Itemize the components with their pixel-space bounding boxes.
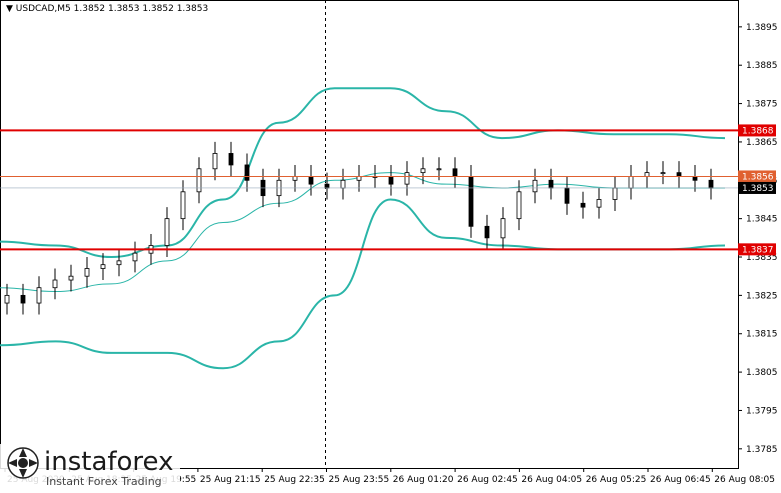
candle-body (36, 287, 42, 304)
symbol-label: USDCAD,M5 (15, 4, 71, 14)
candle-body (356, 176, 362, 181)
candle-body (644, 172, 650, 177)
price-tag-label-current: 1.3853 (742, 184, 774, 194)
candle-body (308, 176, 314, 185)
candle-body (132, 252, 138, 262)
price-tag-label-middle: 1.3856 (742, 172, 774, 182)
candle-body (484, 225, 490, 239)
candle-body (68, 275, 74, 281)
y-tick-label: 1.3805 (746, 368, 778, 378)
price-tag-label-lower: 1.3837 (742, 245, 774, 255)
candle-body (84, 268, 90, 277)
chart-header: ▼ USDCAD,M5 1.3852 1.3853 1.3852 1.3853 (6, 4, 208, 14)
candle-body (116, 260, 122, 266)
candle-body (580, 202, 586, 208)
candle-body (212, 153, 218, 170)
candle-body (388, 176, 394, 185)
instaforex-ball-icon (7, 447, 39, 479)
candle-body (4, 294, 10, 304)
y-tick-label: 1.3815 (746, 330, 778, 340)
candle-body (340, 179, 346, 189)
x-tick-label: 26 Aug 01:20 (393, 475, 454, 485)
candle-body (196, 168, 202, 193)
candle-body (20, 294, 26, 304)
logo-tagline: Instant Forex Trading (46, 475, 162, 488)
x-tick-label: 25 Aug 23:55 (329, 475, 390, 485)
y-tick-label: 1.3845 (746, 215, 778, 225)
candle-body (532, 179, 538, 193)
x-tick-label: 26 Aug 04:05 (521, 475, 582, 485)
x-tick-label: 26 Aug 05:25 (586, 475, 647, 485)
candle-body (228, 153, 234, 166)
candle-body (324, 183, 330, 189)
candle-body (180, 191, 186, 220)
candle-body (164, 218, 170, 246)
y-tick-label: 1.3825 (746, 291, 778, 301)
candle-body (52, 279, 58, 289)
price-chart[interactable]: 1.38951.38851.38751.38651.38551.38451.38… (0, 0, 781, 489)
candle-body (660, 172, 666, 175)
candle-body (628, 176, 634, 189)
symbol-dropdown-icon[interactable]: ▼ (6, 4, 13, 14)
x-tick-label: 25 Aug 22:35 (264, 475, 325, 485)
logo-name: instaforex (44, 447, 174, 477)
candle-body (420, 168, 426, 174)
instaforex-logo: instaforex Instant Forex Trading (0, 444, 180, 489)
candle-body (596, 199, 602, 208)
y-tick-label: 1.3785 (746, 445, 778, 455)
candle-body (500, 218, 506, 239)
y-tick-label: 1.3885 (746, 61, 778, 71)
candle-body (692, 176, 698, 181)
candle-body (548, 179, 554, 189)
candle-body (436, 168, 442, 171)
candle-body (612, 187, 618, 200)
price-tag-label-upper: 1.3868 (742, 126, 774, 136)
y-tick-label: 1.3865 (746, 138, 778, 148)
candle-body (244, 164, 250, 181)
candle-body (468, 176, 474, 227)
y-tick-label: 1.3795 (746, 406, 778, 416)
candle-body (404, 172, 410, 185)
chart-window[interactable]: 1.38951.38851.38751.38651.38551.38451.38… (0, 0, 781, 489)
candle-body (100, 264, 106, 269)
candle-body (292, 176, 298, 181)
candle-body (564, 187, 570, 204)
candle-body (516, 191, 522, 220)
x-tick-label: 26 Aug 06:45 (650, 475, 711, 485)
candle-body (452, 168, 458, 177)
y-tick-label: 1.3895 (746, 23, 778, 33)
ohlc-readout: 1.3852 1.3853 1.3852 1.3853 (73, 4, 209, 14)
candle-body (708, 179, 714, 189)
x-tick-label: 26 Aug 02:45 (457, 475, 518, 485)
y-tick-label: 1.3875 (746, 100, 778, 110)
candle-body (676, 172, 682, 177)
x-tick-label: 26 Aug 08:05 (714, 475, 775, 485)
x-tick-label: 25 Aug 21:15 (200, 475, 261, 485)
